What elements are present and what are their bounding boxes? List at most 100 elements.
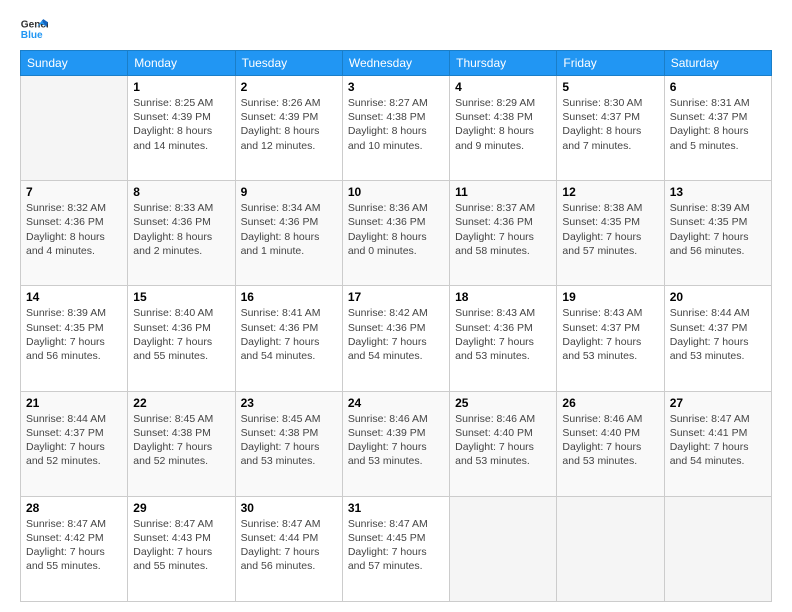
day-info: Sunrise: 8:32 AMSunset: 4:36 PMDaylight:…	[26, 201, 122, 258]
day-number: 12	[562, 185, 658, 199]
calendar-cell: 7 Sunrise: 8:32 AMSunset: 4:36 PMDaylight…	[21, 181, 128, 286]
calendar-cell: 10 Sunrise: 8:36 AMSunset: 4:36 PMDayligh…	[342, 181, 449, 286]
calendar-cell: 17 Sunrise: 8:42 AMSunset: 4:36 PMDayligh…	[342, 286, 449, 391]
day-info: Sunrise: 8:43 AMSunset: 4:36 PMDaylight:…	[455, 306, 551, 363]
day-number: 9	[241, 185, 337, 199]
day-number: 21	[26, 396, 122, 410]
calendar-cell: 15 Sunrise: 8:40 AMSunset: 4:36 PMDayligh…	[128, 286, 235, 391]
calendar-cell: 24 Sunrise: 8:46 AMSunset: 4:39 PMDayligh…	[342, 391, 449, 496]
day-number: 14	[26, 290, 122, 304]
calendar-week-2: 7 Sunrise: 8:32 AMSunset: 4:36 PMDaylight…	[21, 181, 772, 286]
calendar-cell: 30 Sunrise: 8:47 AMSunset: 4:44 PMDayligh…	[235, 496, 342, 601]
day-number: 7	[26, 185, 122, 199]
day-number: 29	[133, 501, 229, 515]
day-number: 25	[455, 396, 551, 410]
day-number: 10	[348, 185, 444, 199]
day-info: Sunrise: 8:36 AMSunset: 4:36 PMDaylight:…	[348, 201, 444, 258]
day-number: 11	[455, 185, 551, 199]
day-info: Sunrise: 8:44 AMSunset: 4:37 PMDaylight:…	[26, 412, 122, 469]
calendar-cell: 21 Sunrise: 8:44 AMSunset: 4:37 PMDayligh…	[21, 391, 128, 496]
day-of-week-tuesday: Tuesday	[235, 51, 342, 76]
calendar-cell: 18 Sunrise: 8:43 AMSunset: 4:36 PMDayligh…	[450, 286, 557, 391]
day-number: 15	[133, 290, 229, 304]
calendar-cell: 11 Sunrise: 8:37 AMSunset: 4:36 PMDayligh…	[450, 181, 557, 286]
day-number: 4	[455, 80, 551, 94]
day-info: Sunrise: 8:46 AMSunset: 4:40 PMDaylight:…	[562, 412, 658, 469]
day-number: 2	[241, 80, 337, 94]
day-number: 18	[455, 290, 551, 304]
day-info: Sunrise: 8:43 AMSunset: 4:37 PMDaylight:…	[562, 306, 658, 363]
day-info: Sunrise: 8:47 AMSunset: 4:44 PMDaylight:…	[241, 517, 337, 574]
calendar-cell: 22 Sunrise: 8:45 AMSunset: 4:38 PMDayligh…	[128, 391, 235, 496]
calendar-cell: 20Sunrise: 8:44 AMSunset: 4:37 PMDayligh…	[664, 286, 771, 391]
day-number: 8	[133, 185, 229, 199]
svg-text:Blue: Blue	[21, 30, 43, 41]
calendar-cell: 4 Sunrise: 8:29 AMSunset: 4:38 PMDaylight…	[450, 76, 557, 181]
calendar-cell	[21, 76, 128, 181]
calendar-cell: 5Sunrise: 8:30 AMSunset: 4:37 PMDaylight…	[557, 76, 664, 181]
day-info: Sunrise: 8:46 AMSunset: 4:39 PMDaylight:…	[348, 412, 444, 469]
calendar-cell: 29 Sunrise: 8:47 AMSunset: 4:43 PMDayligh…	[128, 496, 235, 601]
calendar-cell: 25 Sunrise: 8:46 AMSunset: 4:40 PMDayligh…	[450, 391, 557, 496]
day-info: Sunrise: 8:37 AMSunset: 4:36 PMDaylight:…	[455, 201, 551, 258]
calendar-cell	[557, 496, 664, 601]
calendar-week-3: 14 Sunrise: 8:39 AMSunset: 4:35 PMDayligh…	[21, 286, 772, 391]
logo-icon: General Blue	[20, 16, 48, 44]
day-info: Sunrise: 8:45 AMSunset: 4:38 PMDaylight:…	[241, 412, 337, 469]
calendar-cell: 31Sunrise: 8:47 AMSunset: 4:45 PMDayligh…	[342, 496, 449, 601]
calendar-cell: 16Sunrise: 8:41 AMSunset: 4:36 PMDayligh…	[235, 286, 342, 391]
day-info: Sunrise: 8:39 AMSunset: 4:35 PMDaylight:…	[670, 201, 766, 258]
day-info: Sunrise: 8:45 AMSunset: 4:38 PMDaylight:…	[133, 412, 229, 469]
day-info: Sunrise: 8:46 AMSunset: 4:40 PMDaylight:…	[455, 412, 551, 469]
calendar-cell: 19 Sunrise: 8:43 AMSunset: 4:37 PMDayligh…	[557, 286, 664, 391]
calendar-cell: 23 Sunrise: 8:45 AMSunset: 4:38 PMDayligh…	[235, 391, 342, 496]
day-info: Sunrise: 8:47 AMSunset: 4:42 PMDaylight:…	[26, 517, 122, 574]
calendar-cell: 14 Sunrise: 8:39 AMSunset: 4:35 PMDayligh…	[21, 286, 128, 391]
day-info: Sunrise: 8:29 AMSunset: 4:38 PMDaylight:…	[455, 96, 551, 153]
day-of-week-wednesday: Wednesday	[342, 51, 449, 76]
day-of-week-thursday: Thursday	[450, 51, 557, 76]
day-info: Sunrise: 8:47 AMSunset: 4:45 PMDaylight:…	[348, 517, 444, 574]
day-info: Sunrise: 8:42 AMSunset: 4:36 PMDaylight:…	[348, 306, 444, 363]
day-of-week-friday: Friday	[557, 51, 664, 76]
day-info: Sunrise: 8:26 AMSunset: 4:39 PMDaylight:…	[241, 96, 337, 153]
day-info: Sunrise: 8:39 AMSunset: 4:35 PMDaylight:…	[26, 306, 122, 363]
calendar-cell: 26Sunrise: 8:46 AMSunset: 4:40 PMDayligh…	[557, 391, 664, 496]
day-info: Sunrise: 8:40 AMSunset: 4:36 PMDaylight:…	[133, 306, 229, 363]
day-number: 20	[670, 290, 766, 304]
day-of-week-saturday: Saturday	[664, 51, 771, 76]
calendar-cell	[664, 496, 771, 601]
day-number: 23	[241, 396, 337, 410]
calendar-table: SundayMondayTuesdayWednesdayThursdayFrid…	[20, 50, 772, 602]
day-number: 28	[26, 501, 122, 515]
day-info: Sunrise: 8:47 AMSunset: 4:43 PMDaylight:…	[133, 517, 229, 574]
calendar-cell: 1Sunrise: 8:25 AMSunset: 4:39 PMDaylight…	[128, 76, 235, 181]
calendar-week-5: 28 Sunrise: 8:47 AMSunset: 4:42 PMDayligh…	[21, 496, 772, 601]
day-number: 19	[562, 290, 658, 304]
calendar-cell: 12 Sunrise: 8:38 AMSunset: 4:35 PMDayligh…	[557, 181, 664, 286]
calendar-week-4: 21 Sunrise: 8:44 AMSunset: 4:37 PMDayligh…	[21, 391, 772, 496]
day-number: 6	[670, 80, 766, 94]
day-info: Sunrise: 8:31 AMSunset: 4:37 PMDaylight:…	[670, 96, 766, 153]
day-number: 3	[348, 80, 444, 94]
page-header: General Blue	[20, 16, 772, 44]
calendar-header-row: SundayMondayTuesdayWednesdayThursdayFrid…	[21, 51, 772, 76]
day-number: 17	[348, 290, 444, 304]
day-number: 13	[670, 185, 766, 199]
day-number: 24	[348, 396, 444, 410]
calendar-cell: 2 Sunrise: 8:26 AMSunset: 4:39 PMDaylight…	[235, 76, 342, 181]
calendar-cell: 9 Sunrise: 8:34 AMSunset: 4:36 PMDaylight…	[235, 181, 342, 286]
logo: General Blue	[20, 16, 50, 44]
day-info: Sunrise: 8:25 AMSunset: 4:39 PMDaylight:…	[133, 96, 229, 153]
day-info: Sunrise: 8:27 AMSunset: 4:38 PMDaylight:…	[348, 96, 444, 153]
day-number: 5	[562, 80, 658, 94]
day-number: 22	[133, 396, 229, 410]
day-info: Sunrise: 8:38 AMSunset: 4:35 PMDaylight:…	[562, 201, 658, 258]
day-info: Sunrise: 8:33 AMSunset: 4:36 PMDaylight:…	[133, 201, 229, 258]
calendar-cell	[450, 496, 557, 601]
day-number: 16	[241, 290, 337, 304]
day-number: 30	[241, 501, 337, 515]
day-info: Sunrise: 8:34 AMSunset: 4:36 PMDaylight:…	[241, 201, 337, 258]
calendar-cell: 27Sunrise: 8:47 AMSunset: 4:41 PMDayligh…	[664, 391, 771, 496]
calendar-cell: 6 Sunrise: 8:31 AMSunset: 4:37 PMDaylight…	[664, 76, 771, 181]
